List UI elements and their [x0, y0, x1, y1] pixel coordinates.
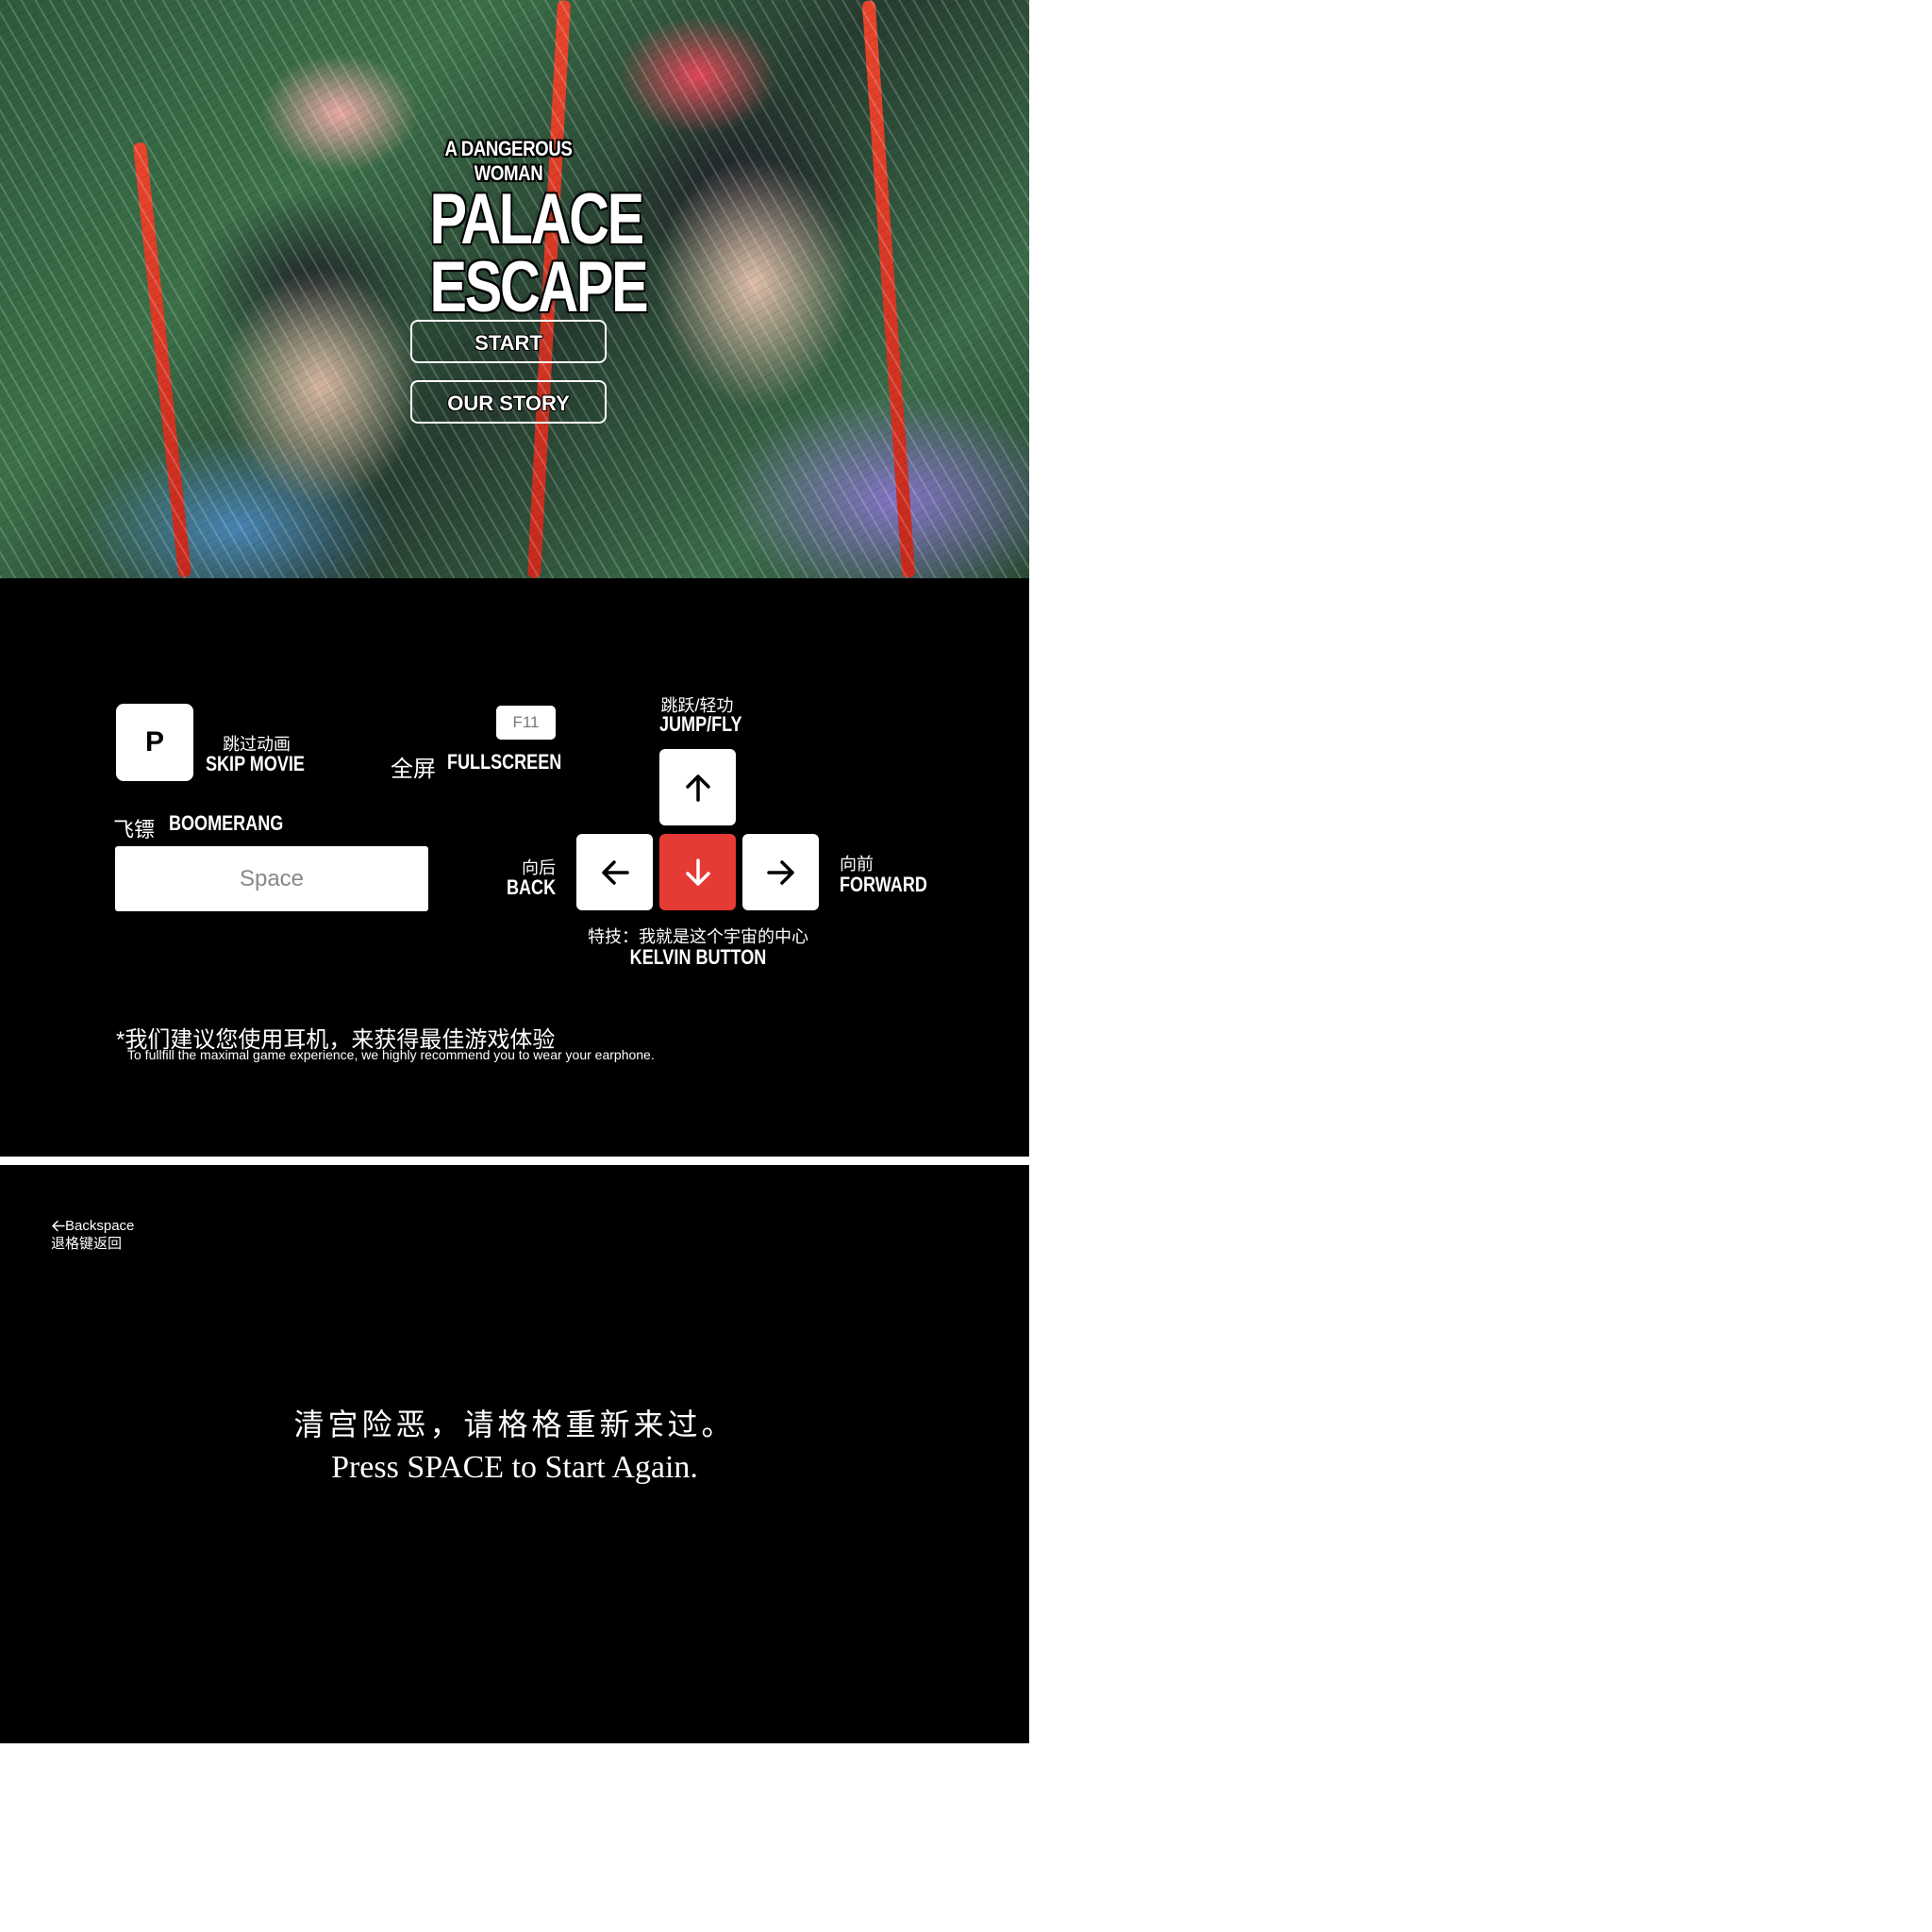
boomerang-en: BOOMERANG: [169, 811, 284, 835]
p-key-label: P: [144, 726, 164, 758]
boomerang-cn: 飞镖: [113, 818, 156, 841]
space-key-label: Space: [239, 865, 305, 891]
down-arrow-key: [659, 834, 736, 910]
earphone-note-en: To fullfill the maximal game experience,…: [127, 1047, 655, 1062]
controls-screen: P 跳过动画 SKIP MOVIE F11 全屏 FULLSCREEN 飞镖 B…: [0, 578, 1029, 1157]
space-key: Space: [115, 846, 428, 911]
arrow-left-icon: [601, 859, 629, 885]
arrow-up-icon: [685, 774, 710, 802]
right-arrow-key: [742, 834, 819, 910]
backspace-hint-cn: 退格键返回: [51, 1236, 123, 1252]
arrow-left-icon: [52, 1220, 65, 1232]
p-key: P: [116, 704, 193, 781]
up-arrow-key: [659, 749, 736, 825]
gameover-message-en: Press SPACE to Start Again.: [331, 1450, 698, 1485]
game-title: A DANGEROUS WOMAN PALACE ESCAPE: [408, 137, 649, 327]
our-story-button[interactable]: OUR STORY: [410, 380, 607, 424]
f11-key-label: F11: [512, 713, 540, 731]
forward-en: FORWARD: [840, 873, 927, 896]
special-en: KELVIN BUTTON: [629, 945, 767, 969]
arrow-right-icon: [766, 859, 794, 885]
back-en: BACK: [507, 875, 557, 899]
backspace-hint-en: Backspace: [65, 1218, 135, 1234]
skip-movie-en: SKIP MOVIE: [206, 752, 305, 775]
backspace-hint[interactable]: Backspace 退格键返回: [51, 1217, 134, 1253]
gameover-message-cn: 清宫险恶，请格格重新来过。: [293, 1407, 736, 1441]
f11-key: F11: [496, 706, 556, 740]
fullscreen-cn: 全屏: [391, 757, 436, 782]
start-button[interactable]: START: [410, 320, 607, 363]
title-screen: A DANGEROUS WOMAN PALACE ESCAPE START OU…: [0, 0, 1029, 578]
fullscreen-en: FULLSCREEN: [447, 750, 562, 774]
title-line-2: ESCAPE: [429, 247, 649, 327]
jump-en: JUMP/FLY: [659, 712, 742, 736]
arrow-down-icon: [685, 858, 710, 886]
gameover-screen: Backspace 退格键返回 清宫险恶，请格格重新来过。 Press SPAC…: [0, 1165, 1029, 1743]
left-arrow-key: [576, 834, 653, 910]
title-line-1: PALACE: [429, 179, 645, 259]
